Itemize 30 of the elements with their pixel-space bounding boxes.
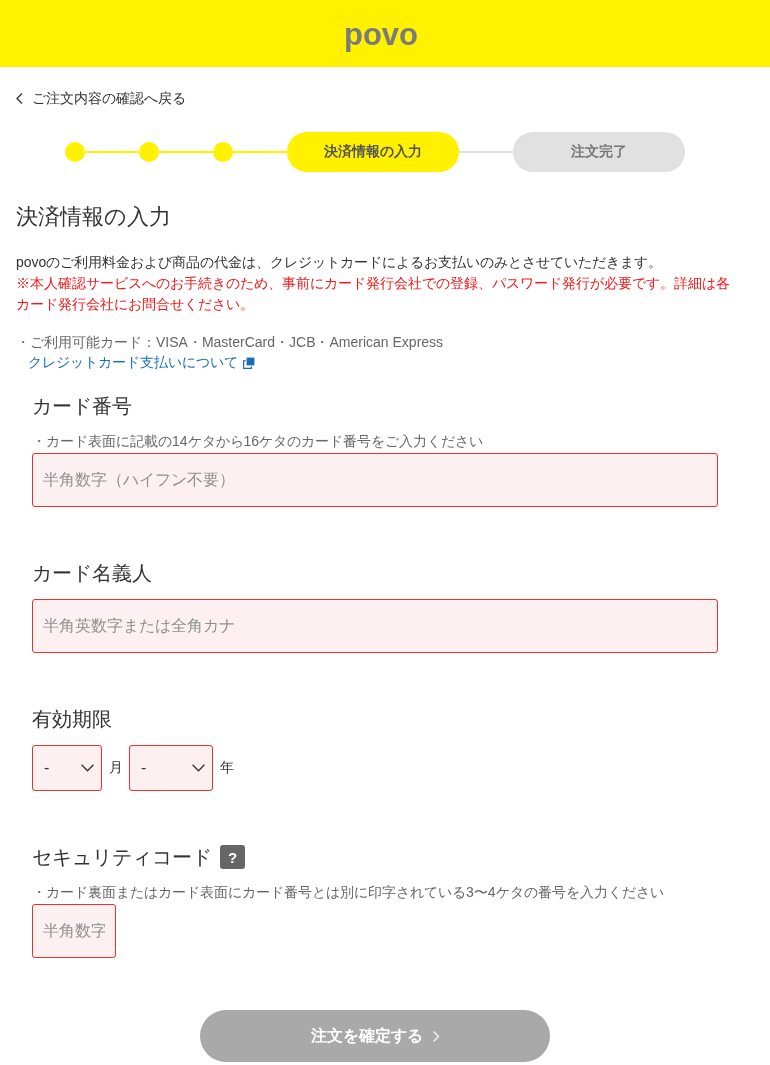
dropdown[interactable]: -: [32, 745, 102, 791]
unit-label: 月: [109, 759, 123, 777]
field-label: カード番号: [32, 394, 132, 419]
payment-info-link[interactable]: クレジットカード支払いについて: [28, 352, 255, 372]
chevron-left-icon: [16, 92, 23, 104]
accepted-cards-text: ・ご利用可能カード：VISA・MasterCard・JCB・American Express: [16, 333, 445, 352]
chevron-down-icon: [192, 764, 205, 772]
dropdown[interactable]: -: [129, 745, 213, 791]
unit-label: 年: [220, 759, 234, 777]
page-title: 決済情報の入力: [16, 203, 172, 231]
input-field[interactable]: 半角数字（ハイフン不要）: [32, 453, 718, 507]
field-label: カード名義人: [32, 561, 152, 586]
field-label: セキュリティコード: [32, 845, 212, 870]
step-connector: [85, 151, 139, 153]
step-pill: 注文完了: [513, 132, 685, 172]
hint-text: ・カード裏面またはカード表面にカード番号とは別に印字されている3〜4ケタの番号を入力ください: [32, 883, 665, 902]
step-connector: [233, 151, 287, 153]
back-link[interactable]: ご注文内容の確認へ戻る: [16, 88, 186, 108]
help-badge[interactable]: ?: [220, 845, 245, 869]
notice-text: ※本人確認サービスへのお手続きのため、事前にカード発行会社での登録、パスワード発行が必要です。詳細は各カード発行会社にお問合せください。: [16, 274, 731, 314]
input-field[interactable]: 半角英数字または全角カナ: [32, 599, 718, 653]
external-link-icon: [243, 357, 255, 369]
chevron-down-icon: [81, 764, 94, 772]
chevron-right-icon: [433, 1030, 439, 1042]
step-connector: [159, 151, 213, 153]
logo[interactable]: povo: [343, 17, 419, 52]
field-label: 有効期限: [32, 707, 112, 732]
hint-text: ・カード表面に記載の14ケタから16ケタのカード番号をご入力ください: [32, 432, 485, 451]
intro-text: povoのご利用料金および商品の代金は、クレジットカードによるお支払いのみとさせていただきます。: [16, 253, 664, 272]
step-pill: 決済情報の入力: [287, 132, 459, 172]
